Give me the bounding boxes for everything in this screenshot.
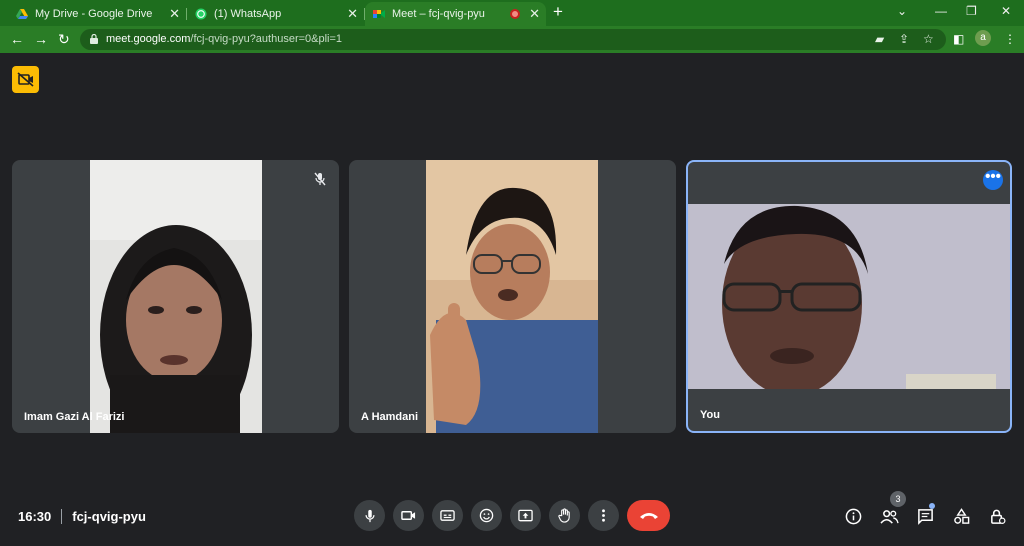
- close-window-icon[interactable]: ✕: [1001, 4, 1011, 18]
- video-off-icon: [17, 72, 34, 87]
- host-controls-button[interactable]: [987, 506, 1007, 526]
- more-options-button[interactable]: •••: [983, 169, 1003, 190]
- self-view-video: [688, 204, 1010, 389]
- present-icon: [518, 509, 533, 522]
- participant-video: [426, 160, 598, 433]
- close-tab-icon[interactable]: ✕: [169, 7, 180, 21]
- tab-title: (1) WhatsApp: [214, 8, 282, 20]
- participant-tile[interactable]: Imam Gazi Al Farizi: [12, 160, 339, 433]
- emoji-button[interactable]: [471, 500, 502, 531]
- tab-title: My Drive - Google Drive: [35, 8, 153, 20]
- browser-tab-strip: My Drive - Google Drive ✕ (1) WhatsApp ✕…: [0, 0, 1024, 26]
- more-options-button[interactable]: [588, 500, 619, 531]
- info-icon: [845, 508, 861, 524]
- tab-title: Meet – fcj-qvig-pyu: [392, 8, 485, 20]
- tab-whatsapp[interactable]: (1) WhatsApp ✕: [187, 2, 365, 26]
- present-button[interactable]: [510, 500, 541, 531]
- divider: [61, 509, 63, 524]
- url-path: /fcj-qvig-pyu?authuser=0&pli=1: [190, 33, 343, 45]
- participant-name: A Hamdani: [361, 411, 419, 423]
- activities-icon: [953, 507, 969, 524]
- address-bar[interactable]: meet.google.com/fcj-qvig-pyu?authuser=0&…: [80, 29, 946, 50]
- camera-in-use-icon[interactable]: ▰: [875, 32, 884, 46]
- people-count-badge: 3: [890, 491, 906, 507]
- url-host: meet.google.com: [106, 33, 191, 45]
- chat-button[interactable]: [915, 506, 935, 526]
- bookmark-star-icon[interactable]: ☆: [923, 32, 934, 46]
- lock-icon: [90, 34, 98, 44]
- captions-icon: [440, 510, 455, 521]
- back-icon[interactable]: ←: [10, 31, 24, 47]
- meeting-code: fcj-qvig-pyu: [72, 509, 146, 524]
- profile-avatar[interactable]: a: [975, 30, 991, 46]
- raise-hand-icon: [558, 508, 570, 523]
- camera-button[interactable]: [393, 500, 424, 531]
- close-tab-icon[interactable]: ✕: [529, 7, 540, 21]
- participant-tile[interactable]: A Hamdani: [349, 160, 676, 433]
- tab-search-icon[interactable]: ⌄: [897, 4, 907, 18]
- mic-button[interactable]: [354, 500, 385, 531]
- url-text: meet.google.com/fcj-qvig-pyu?authuser=0&…: [106, 33, 342, 45]
- emoji-icon: [479, 508, 494, 523]
- raise-hand-button[interactable]: [549, 500, 580, 531]
- side-panel-icon[interactable]: ◧: [953, 32, 964, 46]
- browser-toolbar: ← → ↻ meet.google.com/fcj-qvig-pyu?authu…: [0, 26, 1024, 53]
- meeting-info: 16:30 fcj-qvig-pyu: [18, 509, 146, 524]
- self-view-tile[interactable]: ••• You: [686, 160, 1012, 433]
- participant-name: You: [700, 409, 720, 421]
- participant-name: Imam Gazi Al Farizi: [24, 411, 125, 423]
- camera-off-badge[interactable]: [12, 66, 39, 93]
- captions-button[interactable]: [432, 500, 463, 531]
- mic-icon: [364, 509, 375, 522]
- mic-muted-icon: [314, 172, 326, 186]
- people-button[interactable]: [879, 506, 899, 526]
- camera-icon: [401, 511, 416, 520]
- chat-icon: [917, 508, 933, 525]
- new-tab-button[interactable]: +: [553, 3, 563, 21]
- forward-icon[interactable]: →: [34, 31, 48, 47]
- activities-button[interactable]: [951, 506, 971, 526]
- chat-notification-dot: [929, 503, 935, 509]
- host-controls-icon: [990, 509, 1005, 524]
- google-meet-icon: [373, 10, 385, 18]
- whatsapp-icon: [195, 8, 207, 20]
- meeting-details-button[interactable]: [843, 506, 863, 526]
- participant-video: [90, 160, 262, 433]
- reload-icon[interactable]: ↻: [58, 31, 70, 47]
- minimize-icon[interactable]: —: [935, 4, 947, 18]
- end-call-icon: [639, 512, 658, 519]
- more-options-icon: [602, 509, 605, 522]
- meeting-time: 16:30: [18, 509, 52, 524]
- restore-icon[interactable]: ❐: [966, 4, 977, 18]
- end-call-button[interactable]: [627, 500, 670, 531]
- recording-icon: [510, 9, 520, 19]
- google-drive-icon: [16, 9, 28, 19]
- people-icon: [879, 509, 899, 524]
- tab-google-meet[interactable]: Meet – fcj-qvig-pyu ✕: [365, 2, 546, 26]
- share-icon[interactable]: ⇪: [899, 32, 909, 46]
- browser-menu-icon[interactable]: ⋮: [1004, 32, 1016, 46]
- tab-google-drive[interactable]: My Drive - Google Drive ✕: [8, 2, 187, 26]
- close-tab-icon[interactable]: ✕: [347, 7, 358, 21]
